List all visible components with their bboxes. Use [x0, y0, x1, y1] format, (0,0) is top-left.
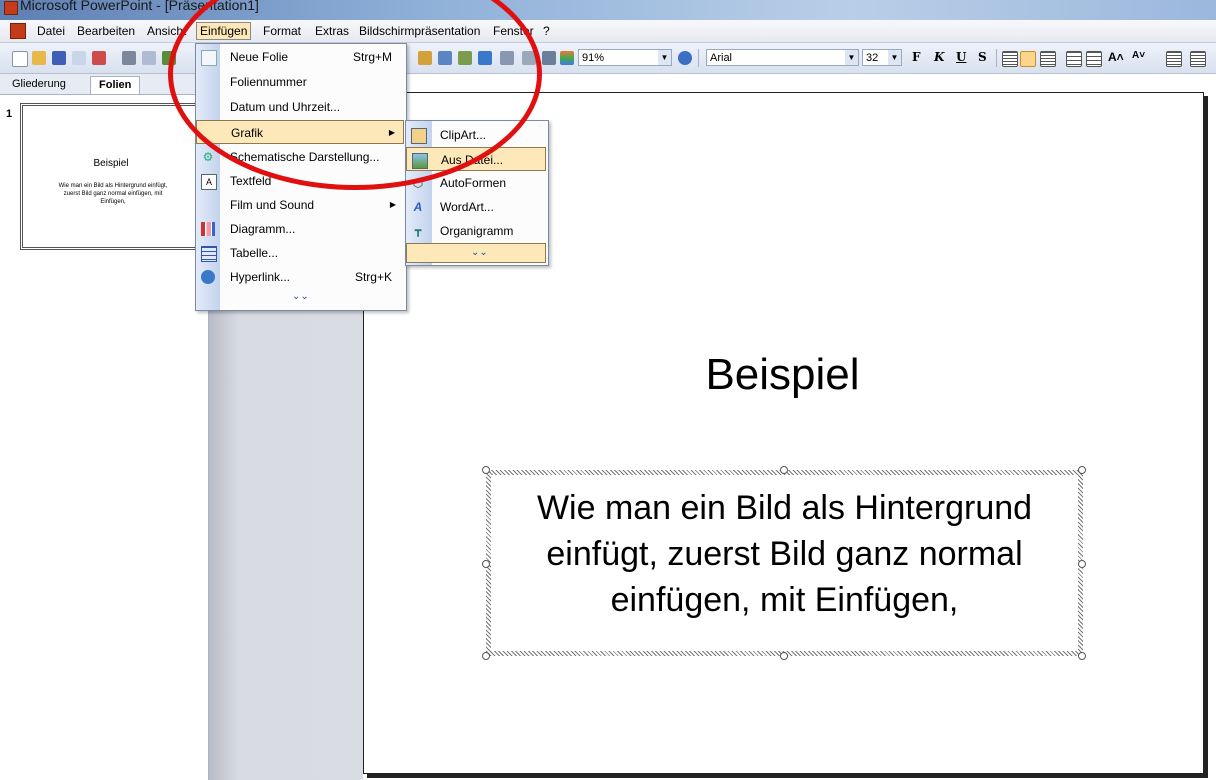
chevron-down-icon: ▼ — [658, 50, 671, 65]
diagram-gallery-icon: ⚙ — [202, 150, 214, 164]
shadow-button[interactable]: S — [978, 50, 987, 64]
decrease-font-size-icon[interactable]: A˅ — [1132, 50, 1145, 61]
italic-button[interactable]: K — [934, 50, 944, 64]
slide-title[interactable]: Beispiel — [363, 350, 1202, 400]
zoom-select[interactable]: 91% ▼ — [578, 49, 672, 66]
expand-menu-icon: ⌄⌄ — [471, 247, 488, 258]
decrease-indent-icon[interactable] — [1166, 51, 1182, 67]
menu-item-label: Organigramm — [440, 224, 514, 238]
font-size-select[interactable]: 32 ▼ — [862, 49, 902, 66]
print-icon[interactable] — [122, 51, 136, 65]
tab-gliederung[interactable]: Gliederung — [4, 76, 74, 93]
menu-datei[interactable]: Datei — [34, 23, 68, 39]
menu-item-organigramm[interactable]: ┳ Organigramm — [406, 219, 546, 243]
menu-item-hyperlink[interactable]: Hyperlink... Strg+K — [196, 265, 404, 289]
font-value: Arial — [710, 52, 733, 64]
powerpoint-app-icon — [4, 1, 18, 15]
resize-handle[interactable] — [1078, 560, 1086, 568]
menu-item-label: WordArt... — [440, 200, 494, 214]
menu-item-diagramm[interactable]: Diagramm... — [196, 217, 404, 241]
zoom-value: 91% — [582, 52, 605, 64]
document-menu-icon[interactable] — [10, 23, 26, 39]
align-right-icon[interactable] — [1040, 51, 1056, 67]
wordart-icon: A — [413, 200, 423, 214]
help-icon[interactable] — [678, 51, 692, 65]
font-select[interactable]: Arial ▼ — [706, 49, 859, 66]
hyperlink-icon — [201, 270, 215, 284]
menu-help[interactable]: ? — [540, 23, 553, 39]
chevron-down-icon: ▼ — [888, 50, 901, 65]
save-icon[interactable] — [52, 51, 66, 65]
email-icon[interactable] — [92, 51, 106, 65]
toolbar-separator — [698, 49, 699, 67]
expand-menu-icon[interactable]: ⌄⌄ — [292, 291, 309, 302]
chart-icon — [201, 222, 215, 236]
org-chart-icon: ┳ — [414, 225, 422, 237]
open-icon[interactable] — [32, 51, 46, 65]
menu-item-label: Film und Sound — [230, 198, 315, 212]
numbering-icon[interactable] — [1066, 51, 1082, 67]
textbox-icon: A — [201, 174, 217, 190]
submenu-arrow-icon: ▶ — [389, 200, 396, 209]
permission-icon[interactable] — [72, 51, 86, 65]
resize-handle[interactable] — [482, 652, 490, 660]
menu-item-film-sound[interactable]: Film und Sound ▶ — [196, 193, 404, 217]
underline-button[interactable]: U — [956, 50, 966, 64]
resize-handle[interactable] — [482, 560, 490, 568]
menu-item-tabelle[interactable]: Tabelle... — [196, 241, 404, 265]
resize-handle[interactable] — [780, 652, 788, 660]
menu-item-label: Hyperlink... — [230, 270, 291, 284]
increase-font-size-icon[interactable]: A˄ — [1108, 50, 1124, 64]
title-bar: Microsoft PowerPoint - [Präsentation1] — [0, 0, 1216, 20]
color-grayscale-icon[interactable] — [560, 51, 574, 65]
menu-item-shortcut: Strg+K — [354, 270, 392, 284]
resize-handle[interactable] — [1078, 652, 1086, 660]
menu-bearbeiten[interactable]: Bearbeiten — [74, 23, 138, 39]
thumb-title: Beispiel — [93, 158, 129, 169]
grid-icon[interactable] — [542, 51, 556, 65]
thumb-body: Wie man ein Bild als Hintergrund einfügt… — [58, 183, 168, 205]
increase-indent-icon[interactable] — [1190, 51, 1206, 67]
new-icon[interactable] — [12, 51, 28, 67]
align-center-icon[interactable] — [1020, 51, 1036, 67]
chevron-down-icon: ▼ — [845, 50, 858, 65]
resize-handle[interactable] — [780, 466, 788, 474]
resize-handle[interactable] — [482, 466, 490, 474]
slide-thumbnail[interactable]: Beispiel Wie man ein Bild als Hintergrun… — [20, 103, 202, 250]
font-size-value: 32 — [866, 52, 879, 64]
bold-button[interactable]: F — [912, 50, 921, 64]
align-left-icon[interactable] — [1002, 51, 1018, 67]
bullets-icon[interactable] — [1086, 51, 1102, 67]
body-text[interactable]: Wie man ein Bild als Hintergrund einfügt… — [490, 485, 1079, 623]
menu-item-label: Diagramm... — [230, 222, 296, 236]
menu-item-label: Tabelle... — [230, 246, 279, 260]
table-icon — [201, 246, 217, 262]
menu-item-wordart[interactable]: A WordArt... — [406, 195, 546, 219]
menu-item-label: AutoFormen — [440, 176, 507, 190]
resize-handle[interactable] — [1078, 466, 1086, 474]
print-preview-icon[interactable] — [142, 51, 156, 65]
toolbar-separator — [996, 49, 997, 67]
slide-number: 1 — [6, 108, 13, 120]
expand-submenu-button[interactable]: ⌄⌄ — [406, 243, 546, 263]
tab-folien[interactable]: Folien — [90, 76, 141, 94]
